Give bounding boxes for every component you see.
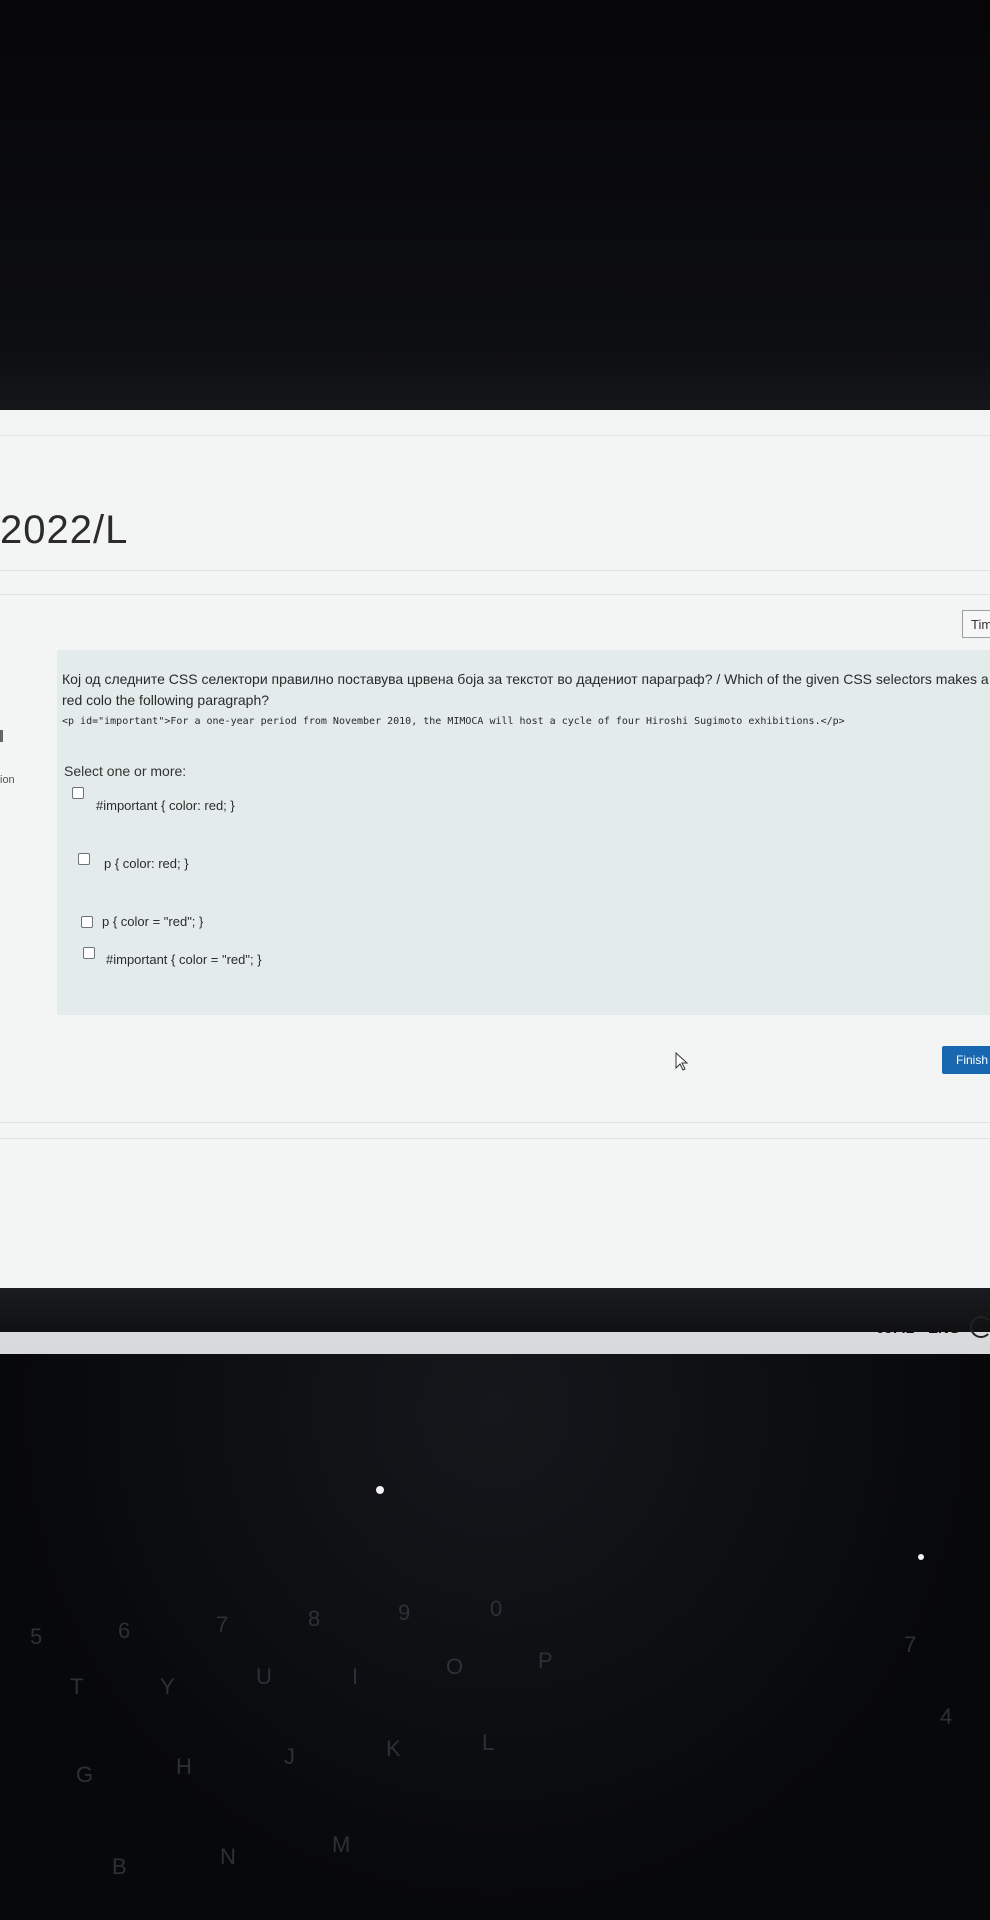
divider — [0, 594, 990, 595]
option-label: p { color = "red"; } — [102, 914, 204, 929]
option-label: p { color: red; } — [104, 856, 189, 871]
select-prompt: Select one or more: — [64, 763, 187, 779]
left-nav-label[interactable]: ion — [0, 774, 15, 786]
code-sample: <p id="important">For a one-year period … — [62, 716, 845, 727]
divider — [0, 1138, 990, 1139]
nav-marker — [0, 730, 3, 742]
divider — [0, 570, 990, 571]
course-title: 2022/L — [0, 508, 129, 552]
checkbox-icon[interactable] — [72, 787, 84, 799]
refresh-icon[interactable] — [970, 1316, 990, 1338]
answer-option-2[interactable]: p { color: red; } — [78, 853, 189, 871]
question-text: Кој од следните CSS селектори правилно п… — [62, 671, 989, 708]
option-label: #important { color: red; } — [96, 798, 235, 813]
laptop-keyboard: T Y U I O P G H J K L B N M 5 6 7 8 9 0 … — [0, 1354, 990, 1920]
language-indicator[interactable]: ENG — [928, 1320, 961, 1337]
answer-option-3[interactable]: p { color = "red"; } — [81, 914, 204, 929]
option-label: #important { color = "red"; } — [106, 952, 262, 967]
dark-bezel-top — [0, 0, 990, 412]
indicator-light — [918, 1554, 924, 1560]
taskbar-tray — [0, 1332, 990, 1354]
checkbox-icon[interactable] — [78, 853, 90, 865]
answer-option-1[interactable]: #important { color: red; } — [72, 787, 235, 813]
checkbox-icon[interactable] — [81, 916, 93, 928]
browser-page: 2022/L Tim ion Кој од следните CSS селек… — [0, 410, 990, 1310]
cursor-icon — [675, 1052, 689, 1071]
indicator-light — [376, 1486, 384, 1494]
taskbar-clock[interactable]: 09:42 — [876, 1320, 914, 1337]
timer-button[interactable]: Tim — [962, 610, 990, 638]
checkbox-icon[interactable] — [83, 947, 95, 959]
answer-option-4[interactable]: #important { color = "red"; } — [83, 947, 262, 967]
divider — [0, 435, 990, 436]
divider — [0, 1122, 990, 1123]
finish-attempt-button[interactable]: Finish — [942, 1046, 990, 1074]
